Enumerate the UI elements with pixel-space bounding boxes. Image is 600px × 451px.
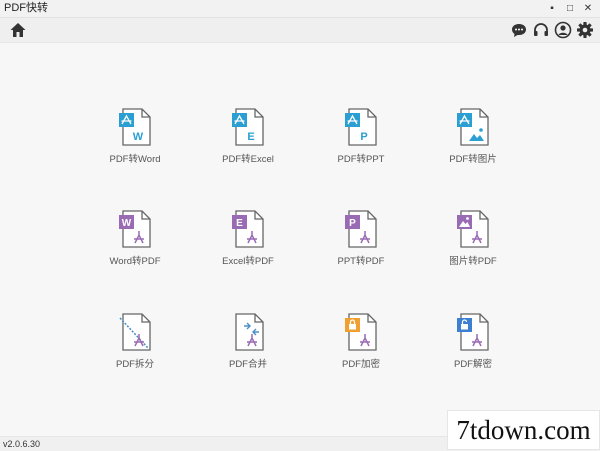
- svg-text:E: E: [236, 218, 243, 229]
- tile-label: PDF转Excel: [222, 154, 274, 165]
- tile-word-to-pdf[interactable]: W Word转PDF: [80, 209, 190, 267]
- tile-label: PDF拆分: [115, 359, 154, 370]
- svg-text:P: P: [360, 131, 367, 143]
- tile-pdf-to-excel[interactable]: E PDF转Excel: [193, 107, 303, 165]
- tile-pdf-decrypt[interactable]: PDF解密: [418, 312, 528, 370]
- tile-label: Word转PDF: [109, 256, 161, 267]
- tile-excel-to-pdf[interactable]: E Excel转PDF: [193, 209, 303, 267]
- svg-text:W: W: [122, 218, 132, 229]
- maximize-button[interactable]: □: [562, 0, 578, 17]
- chat-icon[interactable]: [510, 21, 528, 39]
- pdf-to-word-icon: W: [119, 108, 151, 146]
- word-to-pdf-icon: W: [119, 210, 151, 248]
- tile-label: PDF解密: [453, 359, 492, 370]
- svg-text:W: W: [133, 131, 144, 143]
- tile-label: PDF转Word: [109, 154, 161, 165]
- pdf-decrypt-icon: [457, 313, 489, 351]
- svg-text:P: P: [349, 218, 356, 229]
- gear-icon[interactable]: [576, 21, 594, 39]
- tile-pdf-merge[interactable]: PDF合并: [193, 312, 303, 370]
- version-label: v2.0.6.30: [3, 439, 41, 449]
- tile-label: Excel转PDF: [222, 256, 274, 267]
- pdf-to-excel-icon: E: [232, 108, 264, 146]
- watermark: 7tdown.com: [447, 410, 600, 450]
- tile-label: PDF转图片: [449, 154, 497, 165]
- title-bar: PDF快转 ▪ □ ✕: [0, 0, 600, 18]
- tile-pdf-to-image[interactable]: PDF转图片: [418, 107, 528, 165]
- tile-label: PDF合并: [228, 359, 267, 370]
- tile-pdf-to-word[interactable]: W PDF转Word: [80, 107, 190, 165]
- home-icon[interactable]: [9, 21, 27, 39]
- pdf-split-icon: [119, 313, 151, 351]
- close-button[interactable]: ✕: [580, 0, 596, 17]
- pdf-to-ppt-icon: P: [345, 108, 377, 146]
- pdf-encrypt-icon: [345, 313, 377, 351]
- tile-label: PDF转PPT: [337, 154, 385, 165]
- tile-pdf-to-ppt[interactable]: P PDF转PPT: [306, 107, 416, 165]
- tool-grid: W PDF转Word E PDF转Excel P PDF转PPT PDF转图片 W Word转P…: [0, 43, 600, 436]
- image-to-pdf-icon: [457, 210, 489, 248]
- tile-ppt-to-pdf[interactable]: P PPT转PDF: [306, 209, 416, 267]
- tile-pdf-split[interactable]: PDF拆分: [80, 312, 190, 370]
- tile-label: PDF加密: [341, 359, 380, 370]
- headset-icon[interactable]: [532, 21, 550, 39]
- tile-pdf-encrypt[interactable]: PDF加密: [306, 312, 416, 370]
- svg-text:E: E: [247, 131, 254, 143]
- ppt-to-pdf-icon: P: [345, 210, 377, 248]
- user-icon[interactable]: [554, 21, 572, 39]
- tile-label: 图片转PDF: [449, 256, 497, 267]
- window-title: PDF快转: [4, 2, 48, 14]
- toolbar: [0, 18, 600, 43]
- excel-to-pdf-icon: E: [232, 210, 264, 248]
- pdf-to-image-icon: [457, 108, 489, 146]
- tile-image-to-pdf[interactable]: 图片转PDF: [418, 209, 528, 267]
- minimize-button[interactable]: ▪: [544, 0, 560, 17]
- pdf-merge-icon: [235, 313, 264, 351]
- tile-label: PPT转PDF: [337, 256, 385, 267]
